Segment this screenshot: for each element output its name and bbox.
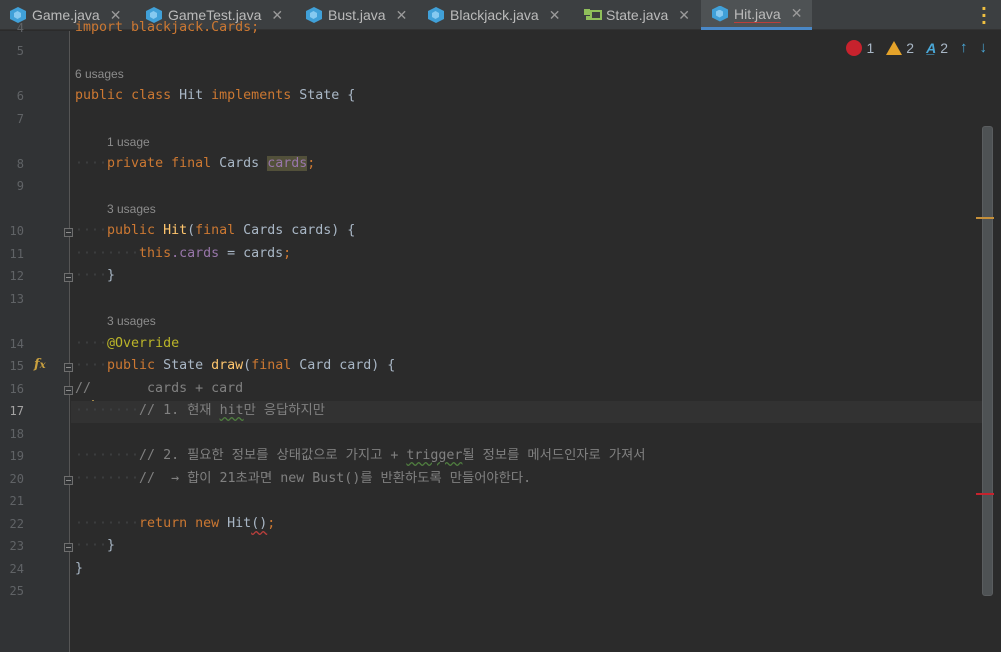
close-icon[interactable]: ✕: [271, 7, 283, 24]
inspection-widget[interactable]: 1 2 A̲ 2 ↑ ↓: [846, 39, 987, 56]
usages-hint[interactable]: 6 usages: [75, 67, 124, 81]
typo-count: 2: [940, 39, 948, 56]
code-line-10: ····public Hit(final Cards cards) {: [75, 223, 356, 238]
line-number: 22: [9, 517, 24, 531]
line-number: 16: [9, 382, 24, 396]
code-line-6: public class Hit implements State {: [75, 88, 356, 103]
code-line-12: ····}: [75, 268, 116, 283]
line-number: 7: [16, 112, 24, 126]
tab-label: Bust.java: [328, 7, 386, 23]
usages-hint[interactable]: 3 usages: [107, 314, 156, 328]
line-number: 20: [9, 472, 24, 486]
import-statement: import blackjack.Cards;: [75, 20, 260, 35]
code-line-22: ········return new Hit();: [75, 516, 276, 531]
code-line-15: ····public State draw(final Card card) {: [75, 358, 396, 373]
java-class-icon: [712, 5, 728, 22]
code-line-11: ········this.cards = cards;: [75, 246, 292, 261]
code-line-4: import blackjack.Cards;: [75, 17, 259, 39]
code-line-19: ········// 2. 필요한 정보를 상태값으로 가지고 + trigge…: [75, 448, 646, 463]
usages-hint[interactable]: 3 usages: [107, 202, 156, 216]
java-class-icon: [428, 7, 444, 23]
tab-label: Hit.java: [734, 5, 781, 22]
tab-state-java[interactable]: State.java ✕: [584, 0, 690, 30]
close-icon[interactable]: ✕: [791, 5, 803, 22]
vertical-scrollbar[interactable]: [982, 126, 993, 596]
java-interface-icon: [584, 7, 602, 23]
line-number: 9: [16, 179, 24, 193]
line-number: 5: [16, 44, 24, 58]
line-number: 10: [9, 224, 24, 238]
tab-label: Blackjack.java: [450, 7, 539, 23]
line-number: 4: [16, 21, 24, 35]
more-options-icon[interactable]: · · ·: [981, 1, 987, 31]
next-highlight-arrow-icon[interactable]: ↓: [980, 39, 988, 56]
code-line-24: }: [75, 561, 84, 576]
usages-hint[interactable]: 1 usage: [107, 135, 150, 149]
code-line-14: ····@Override: [75, 336, 180, 351]
error-count: 1: [866, 39, 875, 56]
warning-icon: [886, 40, 903, 55]
tab-blackjack-java[interactable]: Blackjack.java ✕: [428, 0, 560, 30]
previous-highlight-arrow-icon[interactable]: ↑: [960, 39, 968, 56]
typo-icon: A̲: [926, 39, 937, 56]
line-number-current: 17: [9, 404, 24, 418]
error-icon: [846, 39, 863, 56]
close-icon[interactable]: ✕: [678, 7, 690, 24]
code-line-16: // cards + card: [75, 381, 244, 396]
close-icon[interactable]: ✕: [396, 7, 408, 24]
error-stripe-marker[interactable]: [976, 493, 994, 495]
line-number: 11: [9, 247, 24, 261]
tab-label: State.java: [606, 7, 669, 23]
warning-stripe-marker[interactable]: [976, 217, 994, 219]
java-class-icon: [306, 7, 322, 23]
warning-count: 2: [906, 39, 915, 56]
line-number: 25: [9, 584, 24, 598]
line-number: 18: [9, 427, 24, 441]
line-number: 12: [9, 269, 24, 283]
code-line-20: ········// → 합이 21초과면 new Bust()를 반환하도록 …: [75, 471, 532, 486]
code-line-8: ····private final Cards cards;: [75, 156, 316, 171]
line-number: 15: [9, 359, 24, 373]
line-number: 23: [9, 539, 24, 553]
line-number: 21: [9, 494, 24, 508]
line-number-gutter: 4 5 6 7 8 9 10 11 12 13 14 15 16 17 18 1…: [0, 21, 73, 652]
implements-method-icon[interactable]: fx: [34, 357, 46, 372]
code-line-17: ········// 1. 현재 hit만 응답하지만: [75, 403, 325, 418]
line-number: 14: [9, 337, 24, 351]
line-number: 13: [9, 292, 24, 306]
line-number: 24: [9, 562, 24, 576]
code-line-23: ····}: [75, 538, 116, 553]
line-number: 6: [16, 89, 24, 103]
line-number: 19: [9, 449, 24, 463]
close-icon[interactable]: ✕: [549, 7, 561, 24]
tab-bust-java[interactable]: Bust.java ✕: [306, 0, 407, 30]
code-editor[interactable]: import blackjack.Cards; 6 usages public …: [71, 20, 992, 652]
tab-hit-java[interactable]: Hit.java ✕: [701, 0, 813, 30]
unused-field-highlight: cards: [267, 156, 308, 171]
line-number: 8: [16, 157, 24, 171]
